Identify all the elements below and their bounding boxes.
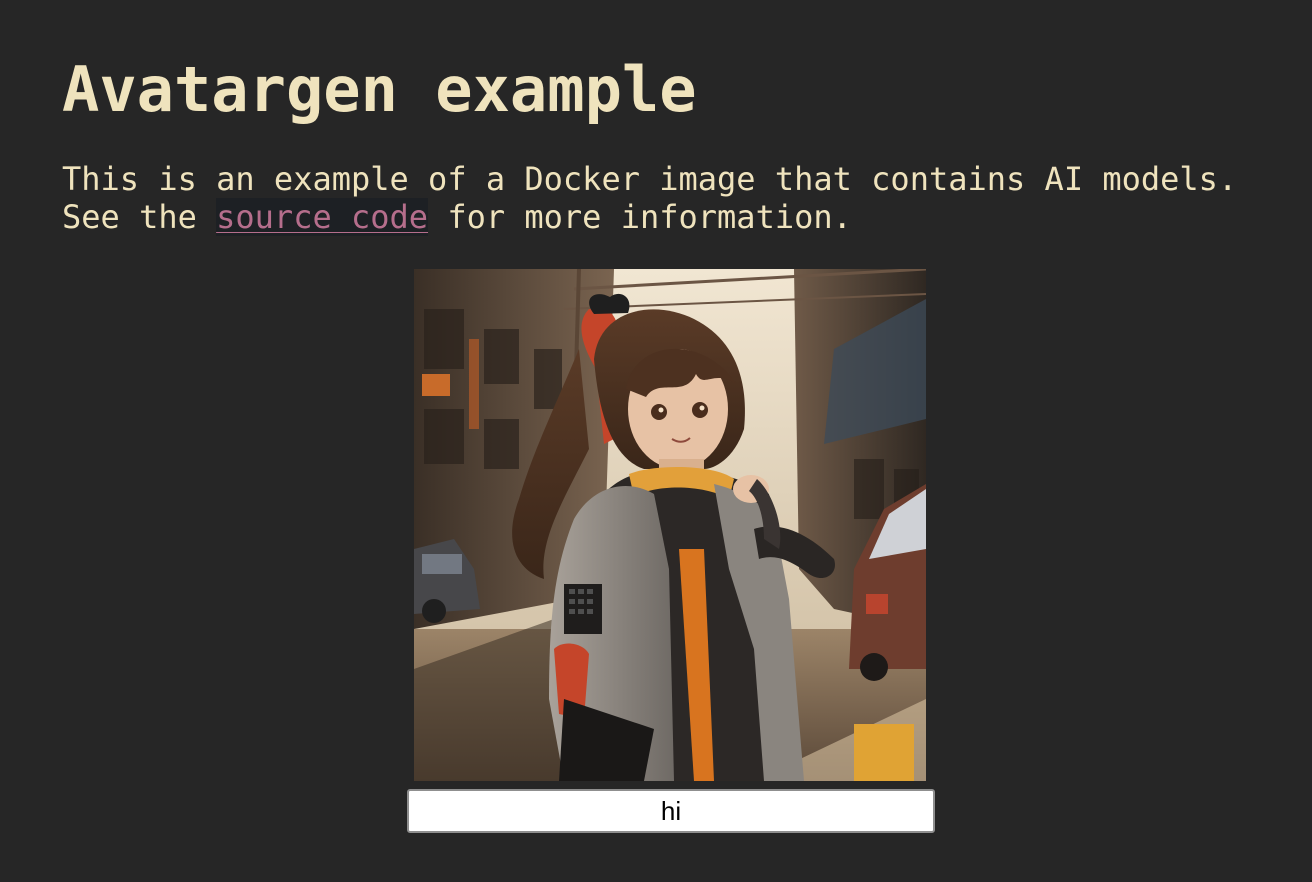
avatar-image [414,269,926,781]
intro-text: This is an example of a Docker image tha… [62,160,1237,236]
prompt-input[interactable] [407,789,935,833]
intro-line-2: See the source code for more information… [62,198,1237,236]
avatar-illustration [414,269,926,781]
intro-line-2-after: for more information. [428,198,852,236]
page-title: Avatargen example [62,53,697,126]
page: Avatargen example This is an example of … [0,0,1312,882]
intro-line-2-before: See the [62,198,217,236]
intro-line-1: This is an example of a Docker image tha… [62,160,1238,198]
source-code-link[interactable]: source code [216,198,429,236]
